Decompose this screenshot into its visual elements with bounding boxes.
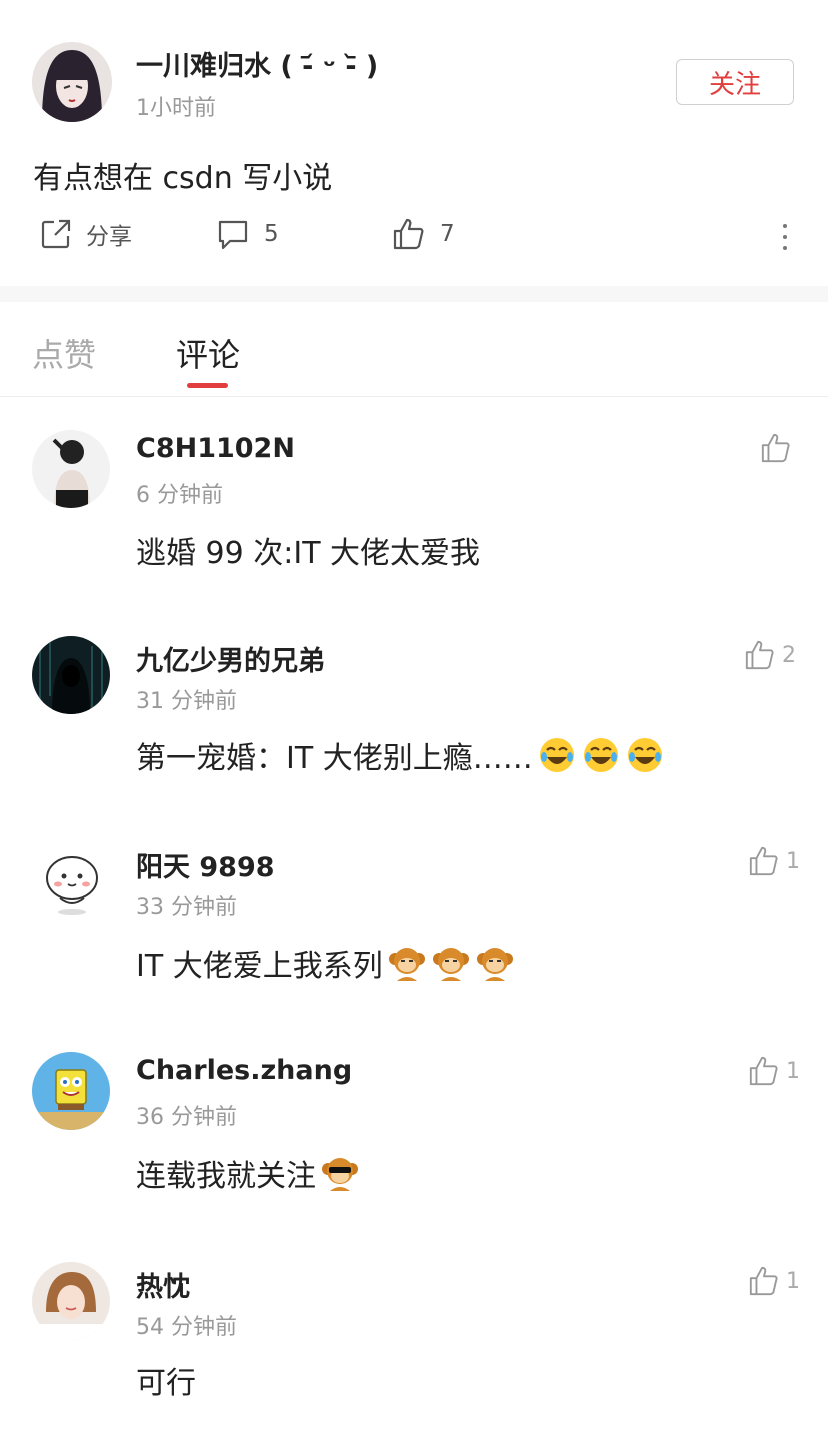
thumbs-up-icon <box>749 1056 778 1086</box>
share-icon <box>41 219 71 249</box>
laugh-cry-emoji <box>625 735 665 775</box>
share-button[interactable]: 分享 <box>40 217 132 251</box>
commenter-avatar[interactable] <box>32 1052 110 1130</box>
comment-timestamp: 31 分钟前 <box>136 689 237 714</box>
commenter-name[interactable]: 热忱 <box>136 1265 190 1304</box>
comment-like-button[interactable]: 2 <box>744 639 796 671</box>
thumbs-up-icon <box>749 1266 778 1296</box>
comment-text: 连载我就关注 <box>136 1151 360 1195</box>
comment-body: 连载我就关注 <box>136 1159 316 1194</box>
like-count: 7 <box>440 221 455 247</box>
cool-monkey-emoji <box>320 1153 360 1193</box>
tab-divider <box>0 396 828 397</box>
like-button[interactable]: 7 <box>392 217 455 251</box>
tab-comments[interactable]: 评论 <box>176 330 240 376</box>
thumbs-up-icon <box>745 640 774 670</box>
active-tab-indicator <box>187 383 228 388</box>
post-author-avatar[interactable] <box>32 42 112 122</box>
commenter-name[interactable]: C8H1102N <box>136 433 295 464</box>
share-label: 分享 <box>86 224 132 250</box>
thumbs-up-icon <box>393 218 424 250</box>
comment-text: 逃婚 99 次:IT 大佬太爱我 <box>136 528 480 572</box>
section-separator <box>0 286 828 302</box>
commenter-name[interactable]: Charles.zhang <box>136 1055 352 1086</box>
comment-text: 第一宠婚：IT 大佬别上瘾…… <box>136 733 665 777</box>
comment-like-button[interactable] <box>760 432 792 464</box>
comment-like-button[interactable]: 1 <box>748 845 800 877</box>
more-options-icon[interactable] <box>778 222 792 252</box>
comment-timestamp: 33 分钟前 <box>136 895 237 920</box>
comment-timestamp: 36 分钟前 <box>136 1105 237 1130</box>
comment-body: 逃婚 99 次:IT 大佬太爱我 <box>136 536 481 571</box>
comment-icon <box>218 220 248 250</box>
comment-like-count: 1 <box>786 1058 800 1084</box>
commenter-avatar[interactable] <box>32 430 110 508</box>
commenter-avatar[interactable] <box>32 636 110 714</box>
commenter-name[interactable]: 九亿少男的兄弟 <box>136 639 325 678</box>
comment-like-count: 1 <box>786 1268 800 1294</box>
commenter-avatar[interactable] <box>32 842 110 920</box>
comment-like-count: 1 <box>786 848 800 874</box>
post-timestamp: 1小时前 <box>136 96 216 121</box>
comment-timestamp: 54 分钟前 <box>136 1315 237 1340</box>
laugh-cry-emoji <box>537 735 577 775</box>
follow-button[interactable]: 关注 <box>676 59 794 105</box>
comment-button[interactable]: 5 <box>216 217 279 251</box>
monkey-emoji <box>387 943 427 983</box>
laugh-cry-emoji <box>581 735 621 775</box>
tab-likes[interactable]: 点赞 <box>32 330 96 376</box>
comment-text: 可行 <box>136 1358 196 1402</box>
comment-body: 第一宠婚：IT 大佬别上瘾…… <box>136 741 533 776</box>
comment-count: 5 <box>264 221 279 247</box>
comment-text: IT 大佬爱上我系列 <box>136 941 515 985</box>
comment-body: 可行 <box>136 1366 196 1401</box>
thumbs-up-icon <box>749 846 778 876</box>
monkey-emoji <box>431 943 471 983</box>
commenter-avatar[interactable] <box>32 1262 110 1340</box>
comment-like-button[interactable]: 1 <box>748 1055 800 1087</box>
comment-body: IT 大佬爱上我系列 <box>136 949 383 984</box>
commenter-name[interactable]: 阳天 9898 <box>136 845 275 884</box>
post-author-name[interactable]: 一川难归水 ( -᷄ ᵕ -᷅ ) <box>136 44 378 83</box>
comment-like-button[interactable]: 1 <box>748 1265 800 1297</box>
thumbs-up-icon <box>761 433 790 463</box>
monkey-emoji <box>475 943 515 983</box>
comment-like-count: 2 <box>782 642 796 668</box>
post-content: 有点想在 csdn 写小说 <box>33 161 333 196</box>
comment-timestamp: 6 分钟前 <box>136 483 223 508</box>
